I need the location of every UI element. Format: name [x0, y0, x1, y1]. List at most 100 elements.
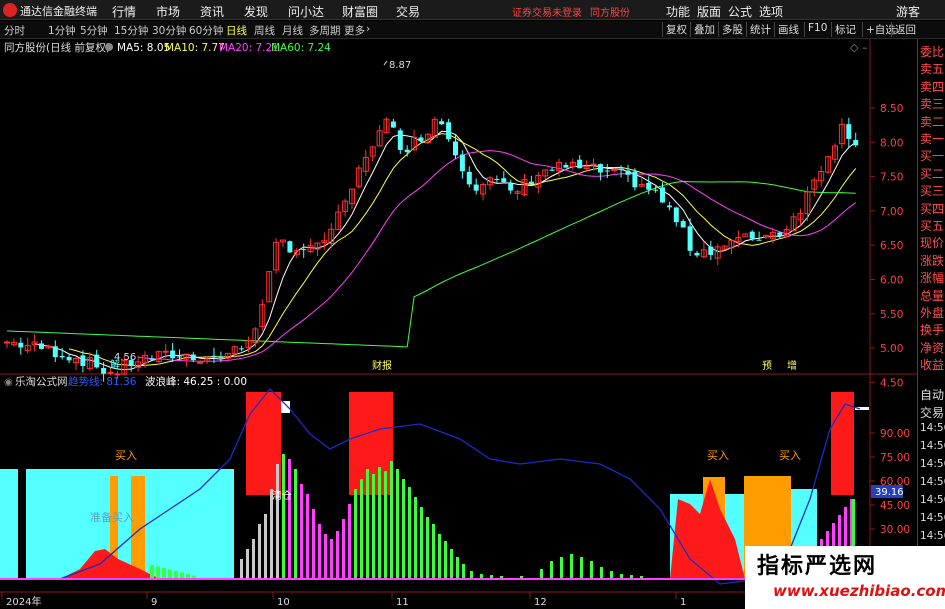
period-toolbar: 分时 1分钟 5分钟 15分钟 30分钟 60分钟 日线 周线 月线 多周期 更…: [0, 21, 945, 39]
histogram-bar: [600, 567, 603, 579]
histogram-bar: [246, 549, 249, 579]
fuquan-button[interactable]: 复权: [662, 22, 690, 37]
candle-body: [107, 371, 114, 374]
time-tick-label: 2024年: [6, 595, 41, 608]
histogram-bar: [288, 459, 291, 579]
mark-button[interactable]: 标记: [831, 22, 859, 37]
quote-field-label: 换手: [920, 323, 945, 338]
time-axis: 2024年 9 10 11 12 1: [1, 592, 686, 608]
menu-banmian[interactable]: 版面: [697, 3, 721, 20]
green-bar: [156, 566, 160, 579]
period-tab-30min[interactable]: 30分钟: [152, 23, 186, 38]
quote-field-label: 卖五: [920, 62, 945, 77]
histogram-bar: [276, 464, 279, 579]
quote-field-label: 买一: [920, 149, 945, 164]
candle-body: [853, 139, 859, 146]
moving-average-lines: [6, 130, 857, 371]
histogram-bar: [294, 469, 297, 579]
trade-tick-time: 交易: [920, 406, 945, 420]
menu-gongshi[interactable]: 公式: [728, 3, 752, 20]
candle-body: [494, 179, 500, 181]
minus-icon[interactable]: –: [862, 41, 868, 54]
candle-body: [632, 171, 638, 188]
menu-caifuquan[interactable]: 财富圈: [342, 3, 378, 20]
menu-wenxiaoda[interactable]: 问小达: [288, 3, 324, 20]
histogram-bar: [580, 557, 583, 579]
watermark-banner: 指标严选网 www.xuezhibiao.com: [745, 546, 945, 609]
candle-body: [211, 355, 217, 357]
period-tab-daily[interactable]: 日线: [226, 23, 247, 38]
period-tab-fenshi[interactable]: 分时: [4, 23, 25, 38]
candle-body: [646, 182, 652, 190]
period-tab-1min[interactable]: 1分钟: [48, 23, 76, 38]
more-chevron-icon[interactable]: ›: [366, 23, 370, 35]
candle-body: [459, 154, 465, 172]
f10-button[interactable]: F10: [804, 22, 830, 37]
event-jie[interactable]: 解: [110, 358, 120, 371]
event-caibao[interactable]: 财报: [372, 359, 392, 372]
histogram-bar: [348, 504, 351, 579]
period-tab-60min[interactable]: 60分钟: [189, 23, 223, 38]
histogram-bar: [240, 559, 243, 579]
candle-body: [590, 163, 597, 166]
menu-gongneng[interactable]: 功能: [666, 3, 690, 20]
candle-body: [660, 187, 665, 203]
back-button[interactable]: 返回: [891, 22, 919, 37]
histogram-bar: [396, 469, 399, 579]
kline-chart[interactable]: 同方股份(日线 前复权) MA5: 8.05 MA10: 7.77 MA20: …: [0, 39, 945, 609]
period-tab-multi[interactable]: 多周期: [309, 23, 341, 38]
histogram-bar: [300, 484, 303, 579]
login-warning[interactable]: 证券交易未登录: [512, 4, 582, 19]
chart-settings-icon[interactable]: [105, 43, 113, 51]
histogram-bar: [264, 514, 267, 579]
candle-body: [418, 137, 424, 142]
indicator-toggle-icon[interactable]: ◉: [4, 377, 13, 388]
period-tab-weekly[interactable]: 周线: [254, 23, 275, 38]
menu-zixun[interactable]: 资讯: [200, 3, 224, 20]
period-tab-more[interactable]: 更多: [344, 23, 365, 38]
buy-signal-3: 买入: [779, 449, 801, 462]
quote-field-label: 外盘: [920, 306, 945, 320]
price-tick-label: 4.50: [880, 377, 903, 389]
app-logo-icon: [3, 3, 17, 17]
draw-line-button[interactable]: 画线: [774, 22, 802, 37]
quote-field-label: 买二: [920, 166, 945, 181]
menu-xuanxiang[interactable]: 选项: [759, 3, 783, 20]
candle-body: [301, 249, 307, 251]
histogram-bar: [450, 549, 453, 579]
overlay-button[interactable]: 叠加: [690, 22, 718, 37]
ind-tick-label: 75.00: [880, 452, 910, 464]
ma60-label: MA60: 7.24: [271, 42, 331, 54]
ma10-label: MA10: 7.77: [165, 42, 225, 54]
period-tab-5min[interactable]: 5分钟: [80, 23, 108, 38]
quote-field-label: 总量: [920, 288, 945, 303]
menu-jiaoyi[interactable]: 交易: [396, 3, 420, 20]
time-tick-label: 10: [277, 597, 290, 608]
histogram-bar: [318, 524, 321, 579]
menu-faxian[interactable]: 发现: [244, 3, 268, 20]
stats-button[interactable]: 统计: [746, 22, 774, 37]
histogram-bar: [390, 461, 393, 579]
candle-body: [59, 355, 65, 358]
event-yu[interactable]: 预: [762, 360, 772, 372]
high-pointer: [383, 60, 388, 66]
candle-body: [473, 184, 479, 191]
histogram-bar: [330, 539, 333, 579]
multi-stock-button[interactable]: 多股: [718, 22, 746, 37]
signal-block: [0, 469, 18, 579]
diamond-icon[interactable]: ◇: [850, 41, 859, 54]
candle-body: [4, 341, 10, 344]
histogram-bar: [306, 494, 309, 579]
histogram-bar: [560, 557, 563, 579]
menu-shichang[interactable]: 市场: [156, 3, 180, 20]
guest-label[interactable]: 游客: [896, 3, 920, 20]
period-tab-15min[interactable]: 15分钟: [114, 23, 148, 38]
histogram-bar: [462, 564, 465, 579]
menu-hangqing[interactable]: 行情: [112, 3, 136, 20]
event-zeng[interactable]: 增: [787, 359, 797, 372]
period-tab-monthly[interactable]: 月线: [282, 23, 303, 38]
histogram-bar: [366, 469, 369, 579]
histogram-bar: [426, 517, 429, 579]
candle-body: [597, 164, 603, 173]
histogram-bar: [372, 474, 375, 579]
